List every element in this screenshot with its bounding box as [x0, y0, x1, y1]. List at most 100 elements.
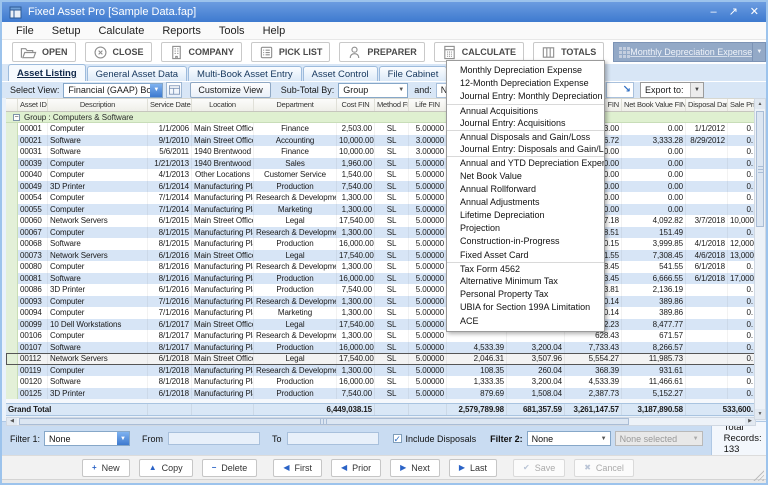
toolbar-close-button[interactable]: CLOSE [85, 42, 152, 62]
table-row[interactable]: 00054Computer7/1/2014Manufacturing Plant… [6, 192, 756, 204]
table-row[interactable]: 0009910 Dell Workstations6/1/2017Main St… [6, 319, 756, 331]
table-row[interactable]: 00120Software8/1/2018Manufacturing Plant… [6, 376, 756, 388]
table-row[interactable]: 00073Network Servers6/1/2016Main Street … [6, 250, 756, 262]
scroll-left-icon[interactable]: ◀ [7, 418, 17, 425]
next-button[interactable]: ▶Next [390, 459, 440, 477]
col-header-disposal-date[interactable]: Disposal Date [686, 99, 728, 111]
table-row[interactable]: 00080Computer8/1/2016Manufacturing Plant… [6, 261, 756, 273]
report-item-ubia-for-section-199a-limitation[interactable]: UBIA for Section 199A Limitation [447, 301, 604, 314]
table-row[interactable]: 00060Network Servers6/1/2015Main Street … [6, 215, 756, 227]
table-row[interactable]: 00081Software8/1/2016Manufacturing Plant… [6, 273, 756, 285]
table-row[interactable]: 00107Software8/1/2017Manufacturing Plant… [6, 342, 756, 354]
minimize-button[interactable]: – [710, 7, 716, 18]
report-item-annual-acquisitions[interactable]: Annual Acquisitions [447, 104, 604, 117]
subtotal-combobox[interactable]: Group ▼ [338, 83, 408, 98]
table-row[interactable]: 00039Computer1/21/20131940 BrentwoodSale… [6, 158, 756, 170]
chevron-down-icon[interactable]: ▼ [150, 84, 162, 97]
toolbar-company-button[interactable]: COMPANY [161, 42, 242, 62]
scroll-up-icon[interactable]: ▲ [755, 99, 765, 109]
table-row[interactable]: 00093Computer7/1/2016Manufacturing Plant… [6, 296, 756, 308]
last-button[interactable]: ▶Last [449, 459, 497, 477]
report-item-alternative-minimum-tax[interactable]: Alternative Minimum Tax [447, 275, 604, 288]
customize-view-button[interactable]: Customize View [190, 82, 270, 98]
tab-general-asset-data[interactable]: General Asset Data [87, 66, 187, 81]
chevron-down-icon[interactable]: ▼ [117, 432, 129, 445]
chevron-down-icon[interactable]: ▼ [690, 83, 703, 97]
col-header-method-fin[interactable]: Method FIN [375, 99, 409, 111]
menu-calculate[interactable]: Calculate [89, 25, 153, 37]
report-item-journal-entry-disposals-and-gain-loss[interactable]: Journal Entry: Disposals and Gain/Loss [447, 143, 604, 156]
toolbar-open-button[interactable]: OPEN [12, 42, 76, 62]
report-item-construction-in-progress[interactable]: Construction-in-Progress [447, 235, 604, 248]
new-button[interactable]: +New [82, 459, 130, 477]
table-row[interactable]: 000493D Printer6/1/2014Manufacturing Pla… [6, 181, 756, 193]
toolbar-preparer-button[interactable]: PREPARER [339, 42, 424, 62]
report-item-journal-entry-monthly-depreciation[interactable]: Journal Entry: Monthly Depreciation [447, 90, 604, 103]
menu-help[interactable]: Help [254, 25, 295, 37]
report-item-annual-disposals-and-gain-loss[interactable]: Annual Disposals and Gain/Loss [447, 130, 604, 143]
col-header-sale-price[interactable]: Sale Price [728, 99, 756, 111]
col-header-department[interactable]: Department [254, 99, 337, 111]
prior-button[interactable]: ◀Prior [331, 459, 381, 477]
chevron-down-icon[interactable]: ▼ [395, 87, 407, 93]
chevron-down-icon[interactable]: ▼ [752, 43, 765, 61]
menu-tools[interactable]: Tools [210, 25, 254, 37]
from-input[interactable] [168, 432, 260, 445]
filter2-combobox[interactable]: None ▼ [527, 431, 611, 446]
table-row[interactable]: 00001Computer1/1/2006Main Street OfficeF… [6, 123, 756, 135]
report-item-personal-property-tax[interactable]: Personal Property Tax [447, 288, 604, 301]
report-select[interactable]: Monthly Depreciation Expense ▼ [613, 42, 766, 62]
menu-file[interactable]: File [7, 25, 43, 37]
report-item-annual-rollforward[interactable]: Annual Rollforward [447, 183, 604, 196]
toolbar-calculate-button[interactable]: CALCULATE [434, 42, 524, 62]
view-combobox[interactable]: Financial (GAAP) Book ▼ [63, 83, 163, 98]
vertical-scroll-thumb[interactable] [756, 111, 764, 227]
col-header-cost-fin[interactable]: Cost FIN [337, 99, 375, 111]
horizontal-scrollbar[interactable]: ◀ ▶ [6, 417, 756, 426]
col-header-net-book-value-fin[interactable]: Net Book Value FIN [622, 99, 686, 111]
include-disposals-checkbox[interactable]: ✓ [393, 434, 402, 443]
report-item-annual-adjustments[interactable]: Annual Adjustments [447, 196, 604, 209]
export-combobox[interactable]: Export to: ▼ [640, 82, 704, 98]
report-item-net-book-value[interactable]: Net Book Value [447, 170, 604, 183]
col-header-description[interactable]: Description [48, 99, 148, 111]
horizontal-scroll-thumb[interactable] [19, 418, 629, 425]
report-item-tax-form-4562[interactable]: Tax Form 4562 [447, 262, 604, 275]
report-item-12-month-depreciation-expense[interactable]: 12-Month Depreciation Expense [447, 77, 604, 90]
to-input[interactable] [287, 432, 379, 445]
collapse-icon[interactable]: − [13, 114, 20, 121]
report-item-journal-entry-acquisitions[interactable]: Journal Entry: Acquisitions [447, 117, 604, 130]
tab-multi-book-asset-entry[interactable]: Multi-Book Asset Entry [188, 66, 302, 81]
toolbar-totals-button[interactable]: TOTALS [533, 42, 604, 62]
table-row[interactable]: 00031Software5/6/20111940 BrentwoodFinan… [6, 146, 756, 158]
report-item-ace[interactable]: ACE [447, 315, 604, 328]
table-row[interactable]: 00067Computer8/1/2015Manufacturing Plant… [6, 227, 756, 239]
menu-setup[interactable]: Setup [43, 25, 90, 37]
maximize-button[interactable]: ↗ [729, 7, 738, 18]
copy-button[interactable]: ▲Copy [139, 459, 193, 477]
chevron-down-icon[interactable]: ▼ [598, 436, 610, 442]
report-item-projection[interactable]: Projection [447, 222, 604, 235]
vertical-scrollbar[interactable]: ▲ ▼ [754, 98, 766, 420]
tab-asset-control[interactable]: Asset Control [303, 66, 378, 81]
group-row[interactable]: − Group : Computers & Software [6, 112, 756, 123]
locate-box[interactable]: ↘ [606, 82, 634, 98]
report-item-annual-and-ytd-depreciation-expense[interactable]: Annual and YTD Depreciation Expense [447, 156, 604, 169]
table-row[interactable]: 00119Computer8/1/2018Manufacturing Plant… [6, 365, 756, 377]
table-row[interactable]: 00021Software9/1/2010Main Street OfficeA… [6, 135, 756, 147]
close-button[interactable]: ✕ [750, 7, 759, 18]
toolbar-pick-list-button[interactable]: PICK LIST [251, 42, 331, 62]
report-item-fixed-asset-card[interactable]: Fixed Asset Card [447, 249, 604, 262]
table-row[interactable]: 00055Computer7/1/2014Manufacturing Plant… [6, 204, 756, 216]
filter1-combobox[interactable]: None ▼ [44, 431, 130, 446]
report-item-monthly-depreciation-expense[interactable]: Monthly Depreciation Expense [447, 64, 604, 77]
tab-asset-listing[interactable]: Asset Listing [8, 64, 86, 81]
col-header-life-fin[interactable]: Life FIN [409, 99, 447, 111]
table-row[interactable]: 00112Network Servers6/1/2018Main Street … [6, 353, 756, 365]
table-row[interactable]: 000863D Printer6/1/2016Manufacturing Pla… [6, 284, 756, 296]
table-row[interactable]: 00106Computer8/1/2017Manufacturing Plant… [6, 330, 756, 342]
col-header-service-date[interactable]: Service Date [148, 99, 192, 111]
first-button[interactable]: ◀First [273, 459, 322, 477]
tab-file-cabinet[interactable]: File Cabinet [379, 66, 448, 81]
view-settings-button[interactable] [166, 82, 182, 98]
